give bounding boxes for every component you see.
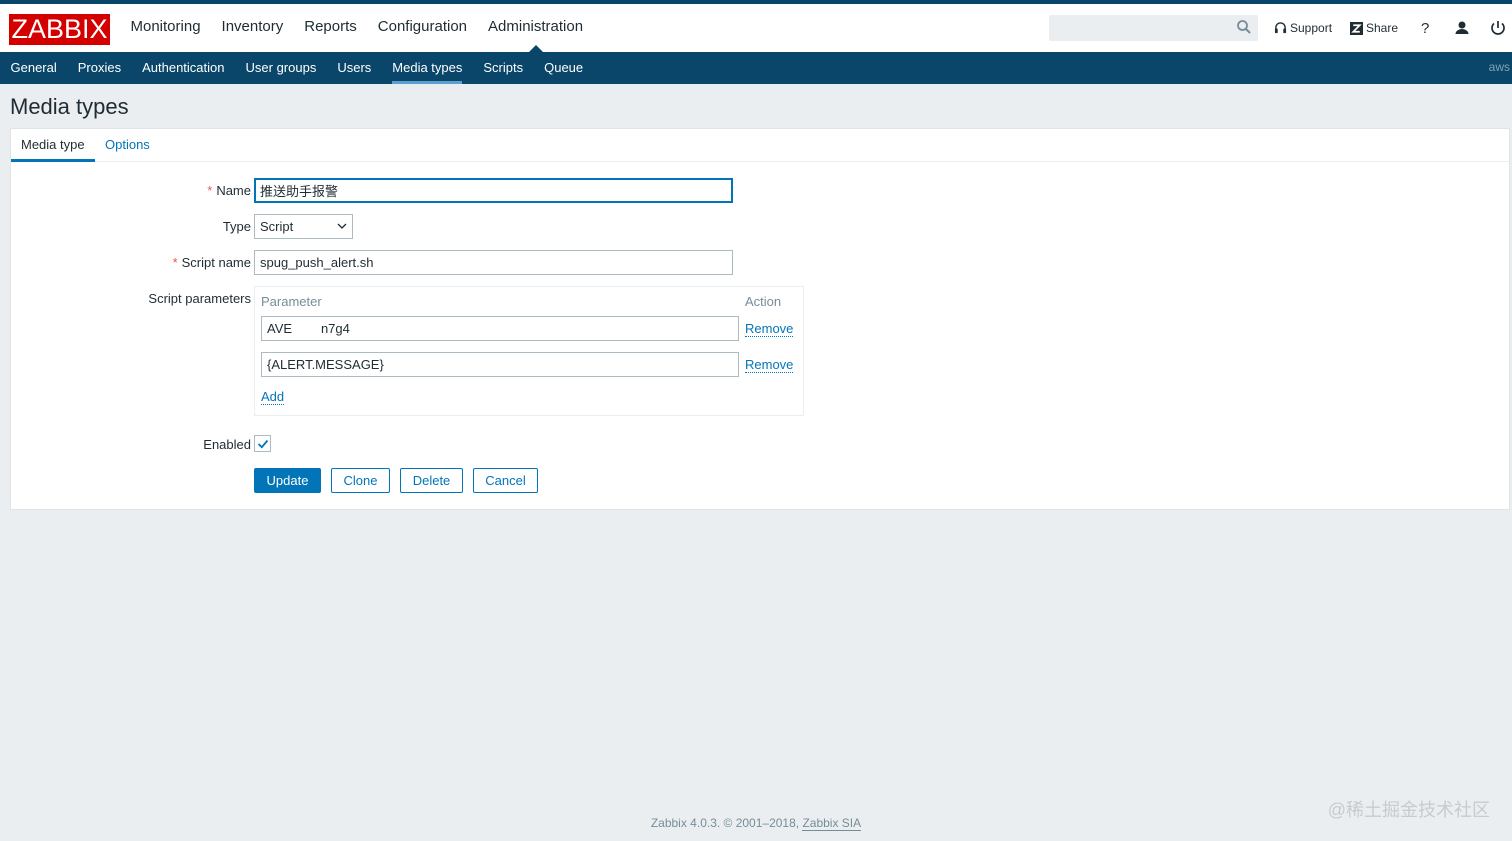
media-type-form-panel: Media type Options *Name Type Script *Sc…: [10, 128, 1510, 510]
help-link[interactable]: ?: [1421, 19, 1429, 37]
name-input[interactable]: [254, 178, 733, 203]
search-input[interactable]: [1049, 15, 1229, 41]
type-select-value: Script: [260, 219, 294, 234]
param-input-2[interactable]: [261, 352, 739, 377]
script-parameters-table: Parameter Action Remove Remove Add: [254, 286, 804, 416]
subnav-general[interactable]: General: [0, 52, 67, 84]
type-select[interactable]: Script: [254, 214, 353, 239]
type-label: Type: [222, 219, 251, 234]
zabbix-logo[interactable]: ZABBIX: [9, 14, 110, 45]
top-menu-configuration[interactable]: Configuration: [367, 4, 477, 52]
subnav-media-types[interactable]: Media types: [382, 52, 473, 84]
cancel-button[interactable]: Cancel: [473, 468, 538, 493]
params-header-action: Action: [745, 294, 782, 309]
subnav-proxies[interactable]: Proxies: [67, 52, 131, 84]
headset-icon: [1274, 21, 1287, 33]
script-name-label: * Script name: [172, 255, 251, 270]
form-tabs: Media type Options: [11, 129, 1509, 162]
delete-button[interactable]: Delete: [400, 468, 463, 493]
tab-media-type[interactable]: Media type: [11, 129, 95, 162]
support-link[interactable]: Support: [1274, 19, 1332, 37]
enabled-label: Enabled: [203, 437, 251, 452]
header: ZABBIX Monitoring Inventory Reports Conf…: [0, 4, 1512, 52]
share-label: Share: [1366, 21, 1399, 35]
top-menu-monitoring[interactable]: Monitoring: [120, 4, 211, 52]
params-header-parameter: Parameter: [261, 294, 322, 309]
page-title: Media types: [10, 94, 129, 119]
tab-options[interactable]: Options: [95, 129, 160, 162]
enabled-checkbox[interactable]: [254, 435, 271, 452]
top-menu-reports[interactable]: Reports: [294, 4, 368, 52]
subnav-queue[interactable]: Queue: [534, 52, 594, 84]
footer-zabbix-sia-link[interactable]: Zabbix SIA: [802, 816, 862, 831]
param-input-1[interactable]: [261, 316, 739, 341]
user-profile-icon[interactable]: [1452, 18, 1472, 38]
top-menu-inventory[interactable]: Inventory: [211, 4, 294, 52]
subnav-scripts[interactable]: Scripts: [473, 52, 534, 84]
clone-button[interactable]: Clone: [331, 468, 390, 493]
top-menu-administration[interactable]: Administration: [478, 4, 594, 52]
add-param-link[interactable]: Add: [261, 389, 285, 405]
chevron-down-icon: [337, 223, 347, 229]
checkmark-icon: [257, 439, 269, 449]
subnav-user-groups[interactable]: User groups: [235, 52, 327, 84]
share-link[interactable]: Share: [1350, 19, 1398, 37]
subnav-users[interactable]: Users: [327, 52, 382, 84]
search-box: [1049, 15, 1258, 41]
footer: Zabbix 4.0.3. © 2001–2018, Zabbix SIA: [0, 816, 1512, 831]
logout-power-icon[interactable]: [1488, 18, 1508, 38]
top-menu: Monitoring Inventory Reports Configurati…: [120, 4, 594, 52]
watermark-text: @稀土掘金技术社区: [1327, 800, 1490, 820]
share-z-icon: [1350, 21, 1363, 35]
support-label: Support: [1290, 21, 1333, 35]
subnav-authentication[interactable]: Authentication: [132, 52, 235, 84]
sub-navigation: General Proxies Authentication User grou…: [0, 52, 1512, 84]
remove-param-1-link[interactable]: Remove: [745, 321, 794, 337]
server-name: aws: [1488, 60, 1510, 74]
search-icon[interactable]: [1236, 19, 1252, 35]
script-name-input[interactable]: [254, 250, 733, 275]
update-button[interactable]: Update: [254, 468, 321, 493]
footer-text: Zabbix 4.0.3. © 2001–2018,: [650, 816, 803, 830]
script-parameters-label: Script parameters: [148, 291, 251, 306]
name-label: * Name: [207, 183, 251, 198]
remove-param-2-link[interactable]: Remove: [745, 357, 794, 373]
